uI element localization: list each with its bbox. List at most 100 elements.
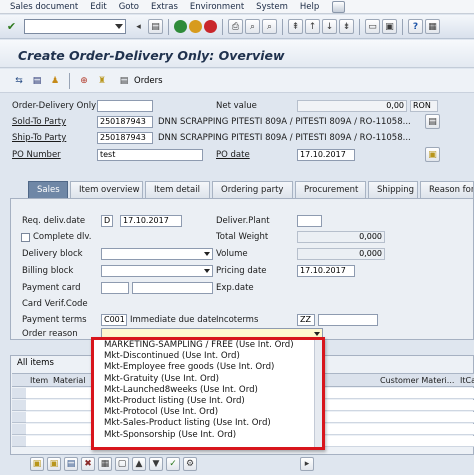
customize-layout-icon[interactable]: [332, 0, 346, 13]
tab-reason-for-rejection[interactable]: Reason for re: [420, 181, 474, 198]
command-field[interactable]: [24, 19, 126, 34]
last-page-icon[interactable]: ⇟: [339, 19, 354, 34]
more-functions-icon[interactable]: ▸: [300, 457, 314, 471]
save-icon[interactable]: ▤: [148, 19, 163, 34]
find-next-icon[interactable]: ⌕: [262, 19, 277, 34]
order-reason-option[interactable]: Mkt-Employee free goods (Use Int. Ord): [94, 362, 322, 373]
availability-icon[interactable]: ♜: [95, 74, 109, 88]
order-reason-option[interactable]: Mkt-Sponsorship (Use Int. Ord): [94, 430, 322, 441]
tab-procurement[interactable]: Procurement: [295, 181, 366, 198]
all-items-tab[interactable]: All items: [17, 356, 54, 370]
order-reason-option[interactable]: Mkt-Gratuity (Use Int. Ord): [94, 374, 322, 385]
display-doc-flow-icon[interactable]: ⇆: [12, 74, 26, 88]
shortcut-icon[interactable]: ▣: [382, 19, 397, 34]
order-reason-option[interactable]: Mkt-Launched8weeks (Use Int. Ord): [94, 385, 322, 396]
po-date-field[interactable]: 17.10.2017: [297, 149, 355, 161]
req-deliv-date-format-field[interactable]: D: [101, 215, 113, 227]
tab-ordering-party[interactable]: Ordering party: [212, 181, 293, 198]
first-page-icon[interactable]: ⇞: [288, 19, 303, 34]
payment-terms-field[interactable]: C001: [101, 314, 127, 326]
item-texts-icon[interactable]: ▤: [64, 457, 78, 471]
order-delivery-only-field[interactable]: [97, 100, 153, 112]
document-icon[interactable]: ▤: [30, 74, 44, 88]
sold-to-party-description: DNN SCRAPPING PITESTI 809A / PITESTI 809…: [158, 117, 411, 127]
deselect-all-icon[interactable]: ▢: [115, 457, 129, 471]
menu-sales-document[interactable]: Sales document: [0, 2, 85, 12]
po-date-label[interactable]: PO date: [216, 150, 250, 160]
item-partner-icon[interactable]: ▣: [47, 457, 61, 471]
row-selector[interactable]: [12, 388, 26, 399]
cancel-icon[interactable]: [204, 20, 217, 33]
tab-item-detail[interactable]: Item detail: [145, 181, 210, 198]
configuration-icon[interactable]: ⚙: [183, 457, 197, 471]
item-partner-icon[interactable]: ⊕: [77, 74, 91, 88]
incoterms-part2-field[interactable]: [318, 314, 378, 326]
help-icon[interactable]: ?: [408, 19, 423, 34]
order-reason-option[interactable]: Mkt-Sales-Product listing (Use Int. Ord): [94, 418, 322, 429]
billing-block-dropdown[interactable]: [101, 265, 213, 277]
order-reason-option[interactable]: Mkt-Discontinued (Use Int. Ord): [94, 351, 322, 362]
row-selector[interactable]: [12, 412, 26, 423]
standard-toolbar: ✔ ◂ ▤ ⎙ ⌕ ⌕ ⇞ ↑ ↓ ⇟ ▭ ▣ ? ▦: [0, 15, 474, 39]
complete-dlv-label: Complete dlv.: [33, 232, 92, 242]
payment-card-number-field[interactable]: [132, 282, 213, 294]
delete-item-icon[interactable]: ✖: [81, 457, 95, 471]
complete-dlv-checkbox[interactable]: [21, 233, 30, 242]
enter-checkmark-icon[interactable]: ✔: [4, 19, 19, 34]
print-icon[interactable]: ⎙: [228, 19, 243, 34]
po-detail-icon[interactable]: ▣: [425, 147, 440, 162]
new-session-icon[interactable]: ▭: [365, 19, 380, 34]
row-selector[interactable]: [12, 400, 26, 411]
sold-to-party-label[interactable]: Sold-To Party: [12, 117, 66, 127]
tab-shipping[interactable]: Shipping: [368, 181, 418, 198]
collapse-icon[interactable]: ◂: [131, 19, 146, 34]
column-item[interactable]: Item: [30, 376, 48, 385]
row-selector[interactable]: [12, 424, 26, 435]
find-icon[interactable]: ⌕: [245, 19, 260, 34]
menu-goto[interactable]: Goto: [114, 2, 146, 12]
menu-environment[interactable]: Environment: [185, 2, 251, 12]
menu-extras[interactable]: Extras: [146, 2, 185, 12]
dropdown-scrollbar[interactable]: [314, 340, 322, 447]
req-deliv-date-field[interactable]: 17.10.2017: [120, 215, 182, 227]
ship-to-party-field[interactable]: 250187943: [97, 132, 153, 144]
tab-item-overview[interactable]: Item overview: [70, 181, 143, 198]
ship-to-party-description: DNN SCRAPPING PITESTI 809A / PITESTI 809…: [158, 133, 411, 143]
back-icon[interactable]: [174, 20, 187, 33]
toolbar-separator: [402, 18, 403, 35]
previous-page-icon[interactable]: ↑: [305, 19, 320, 34]
header-partner-icon[interactable]: ♟: [48, 74, 62, 88]
row-selector[interactable]: [12, 436, 26, 447]
card-verif-code-label: Card Verif.Code: [22, 299, 88, 309]
item-detail-icon[interactable]: ▣: [30, 457, 44, 471]
tab-sales[interactable]: Sales: [28, 181, 68, 198]
ship-to-party-label[interactable]: Ship-To Party: [12, 133, 66, 143]
order-reason-option[interactable]: Mkt-Product listing (Use Int. Ord): [94, 396, 322, 407]
exp-date-label: Exp.date: [216, 283, 254, 293]
pricing-date-field[interactable]: 17.10.2017: [297, 265, 355, 277]
orders-button[interactable]: ▤ Orders: [117, 74, 163, 88]
incoterms-field[interactable]: ZZ: [297, 314, 315, 326]
order-reason-option[interactable]: Mkt-Protocol (Use Int. Ord): [94, 407, 322, 418]
order-reason-option[interactable]: MARKETING-SAMPLING / FREE (Use Int. Ord): [94, 340, 322, 351]
availability-check-icon[interactable]: ✓: [166, 457, 180, 471]
sort-ascending-icon[interactable]: ▲: [132, 457, 146, 471]
menu-system[interactable]: System: [251, 2, 295, 12]
po-number-label[interactable]: PO Number: [12, 150, 61, 160]
menu-edit[interactable]: Edit: [85, 2, 113, 12]
sold-to-detail-icon[interactable]: ▤: [425, 114, 440, 129]
payment-card-type-field[interactable]: [101, 282, 129, 294]
deliver-plant-field[interactable]: [297, 215, 322, 227]
column-material[interactable]: Material: [53, 376, 86, 385]
sort-descending-icon[interactable]: ▼: [149, 457, 163, 471]
next-page-icon[interactable]: ↓: [322, 19, 337, 34]
sold-to-party-field[interactable]: 250187943: [97, 116, 153, 128]
menu-help[interactable]: Help: [295, 2, 326, 12]
column-item-category[interactable]: ItCa: [460, 376, 474, 385]
select-all-icon[interactable]: ▦: [98, 457, 112, 471]
po-number-field[interactable]: test: [97, 149, 203, 161]
layout-settings-icon[interactable]: ▦: [425, 19, 440, 34]
exit-icon[interactable]: [189, 20, 202, 33]
column-customer-material[interactable]: Customer Materi...: [380, 376, 454, 385]
delivery-block-dropdown[interactable]: [101, 248, 213, 260]
